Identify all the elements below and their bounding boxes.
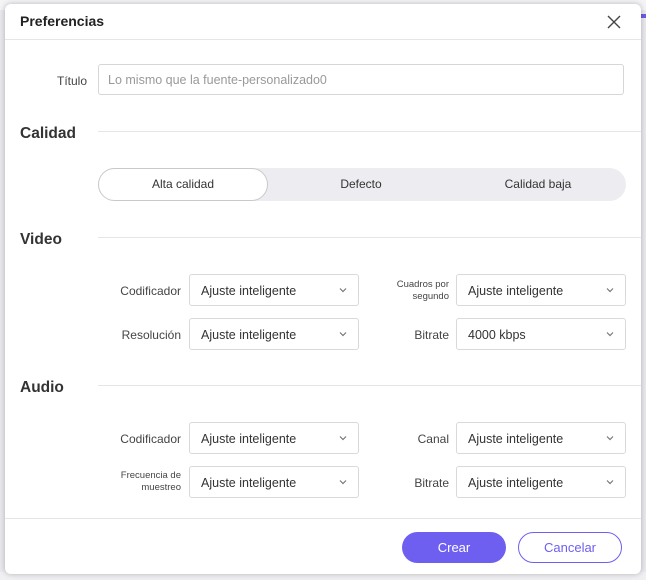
video-encoder-label: Codificador	[120, 284, 181, 298]
chevron-down-icon	[339, 436, 347, 441]
cancel-button[interactable]: Cancelar	[518, 532, 622, 563]
quality-option-default[interactable]: Defecto	[276, 168, 446, 201]
quality-divider	[98, 131, 641, 132]
chevron-down-icon	[606, 288, 614, 293]
header-divider	[5, 39, 641, 40]
video-resolution-label: Resolución	[121, 328, 181, 342]
quality-option-low[interactable]: Calidad baja	[453, 168, 623, 201]
audio-channel-value: Ajuste inteligente	[468, 432, 564, 446]
close-button[interactable]	[605, 13, 623, 31]
video-heading: Video	[20, 231, 62, 248]
audio-divider	[98, 385, 641, 386]
audio-sample-rate-label-line1: Frecuencia de	[120, 470, 181, 481]
audio-encoder-select[interactable]: Ajuste inteligente	[189, 422, 359, 454]
preferences-dialog: Preferencias Título Calidad Alta calidad…	[5, 4, 641, 574]
video-resolution-select[interactable]: Ajuste inteligente	[189, 318, 359, 350]
chevron-down-icon	[339, 288, 347, 293]
title-input[interactable]	[98, 64, 624, 95]
video-bitrate-label: Bitrate	[414, 328, 449, 342]
chevron-down-icon	[606, 436, 614, 441]
audio-heading: Audio	[20, 379, 64, 396]
quality-heading: Calidad	[20, 125, 76, 142]
audio-sample-rate-select[interactable]: Ajuste inteligente	[189, 466, 359, 498]
video-encoder-value: Ajuste inteligente	[201, 284, 297, 298]
audio-bitrate-label: Bitrate	[414, 476, 449, 490]
video-encoder-select[interactable]: Ajuste inteligente	[189, 274, 359, 306]
audio-bitrate-select[interactable]: Ajuste inteligente	[456, 466, 626, 498]
close-icon	[607, 15, 621, 29]
audio-encoder-value: Ajuste inteligente	[201, 432, 297, 446]
footer-divider	[5, 518, 641, 519]
video-resolution-value: Ajuste inteligente	[201, 328, 297, 342]
audio-bitrate-value: Ajuste inteligente	[468, 476, 564, 490]
video-fps-label-line2: segundo	[412, 291, 449, 302]
video-bitrate-select[interactable]: 4000 kbps	[456, 318, 626, 350]
video-fps-label: Cuadros por segundo	[371, 279, 449, 303]
video-bitrate-value: 4000 kbps	[468, 328, 526, 342]
create-button[interactable]: Crear	[402, 532, 506, 563]
audio-encoder-label: Codificador	[120, 432, 181, 446]
chevron-down-icon	[606, 332, 614, 337]
quality-selector: Alta calidad Defecto Calidad baja	[98, 168, 626, 201]
video-divider	[98, 237, 641, 238]
audio-channel-select[interactable]: Ajuste inteligente	[456, 422, 626, 454]
video-fps-select[interactable]: Ajuste inteligente	[456, 274, 626, 306]
video-fps-label-line1: Cuadros por	[396, 279, 449, 290]
title-label: Título	[56, 74, 87, 88]
video-fps-value: Ajuste inteligente	[468, 284, 564, 298]
audio-sample-rate-label-line2: muestreo	[141, 482, 181, 493]
dialog-title: Preferencias	[20, 13, 105, 29]
quality-option-high[interactable]: Alta calidad	[98, 168, 268, 201]
chevron-down-icon	[606, 480, 614, 485]
audio-sample-rate-label: Frecuencia de muestreo	[101, 470, 181, 494]
audio-sample-rate-value: Ajuste inteligente	[201, 476, 297, 490]
audio-channel-label: Canal	[417, 432, 449, 446]
chevron-down-icon	[339, 332, 347, 337]
chevron-down-icon	[339, 480, 347, 485]
